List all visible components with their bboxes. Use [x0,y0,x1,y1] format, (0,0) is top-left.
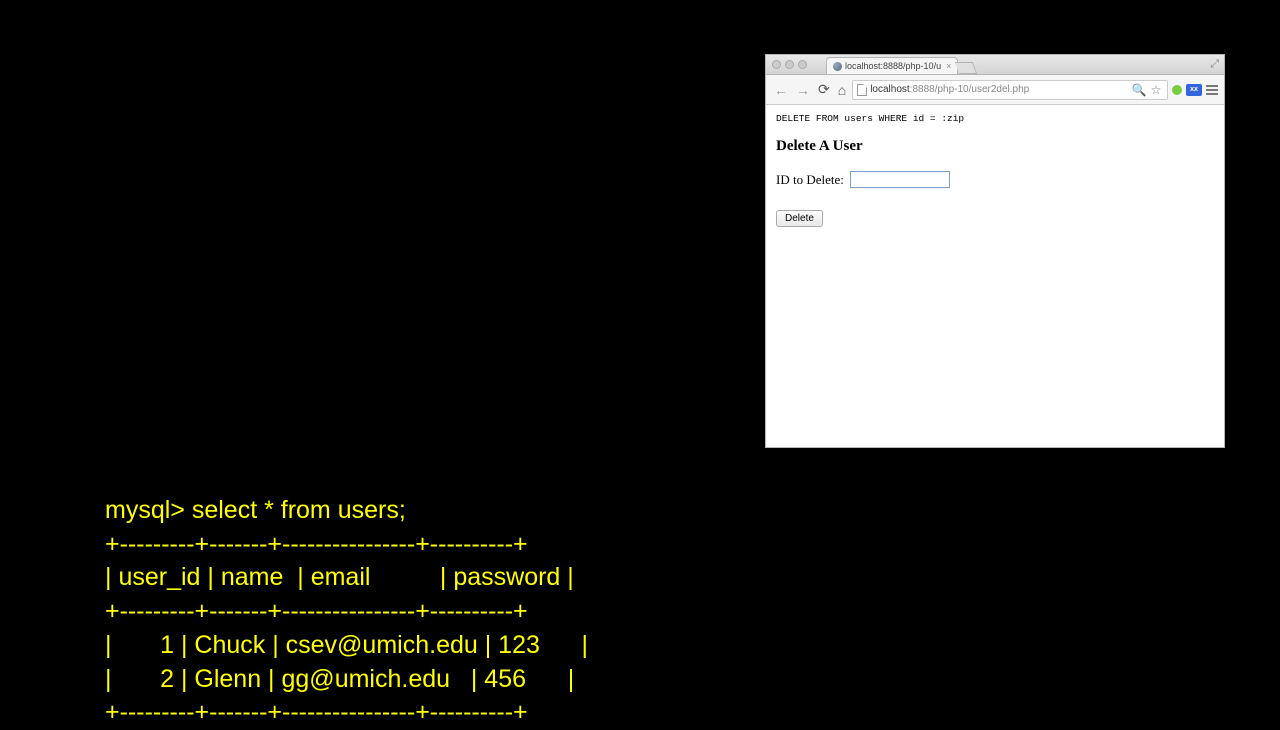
id-input[interactable] [850,171,950,188]
page-content: DELETE FROM users WHERE id = :zip Delete… [766,105,1224,235]
terminal-line-prompt: mysql> select * from users; [105,496,406,524]
terminal-line-row1: | 1 | Chuck | csev@umich.edu | 123 | [105,631,588,659]
terminal-line-row2: | 2 | Glenn | gg@umich.edu | 456 | [105,665,574,693]
home-button[interactable]: ⌂ [836,82,848,98]
delete-button[interactable]: Delete [776,210,823,227]
reload-button[interactable]: ⟳ [816,81,832,98]
extension-blue-icon[interactable]: xx [1186,84,1202,96]
zoom-window-icon[interactable] [798,60,807,69]
hamburger-menu-icon[interactable] [1206,85,1218,95]
sql-echo-text: DELETE FROM users WHERE id = :zip [776,113,1214,124]
browser-tab[interactable]: localhost:8888/php-10/u × [826,57,958,74]
tab-close-icon[interactable]: × [946,61,951,71]
close-window-icon[interactable] [772,60,781,69]
window-titlebar: localhost:8888/php-10/u × ⤢ [766,55,1224,75]
terminal-line-header: | user_id | name | email | password | [105,563,574,591]
star-icon[interactable]: ☆ [1149,83,1163,97]
extension-green-icon[interactable] [1172,85,1182,95]
browser-window: localhost:8888/php-10/u × ⤢ ← → ⟳ ⌂ loca… [765,54,1225,448]
page-heading: Delete A User [776,138,1214,155]
url-bar[interactable]: localhost:8888/php-10/user2del.php 🔍 ☆ [852,80,1168,100]
url-text: localhost:8888/php-10/user2del.php [870,84,1129,95]
traffic-lights [772,60,807,69]
page-icon [857,84,867,96]
id-label: ID to Delete: [776,172,844,188]
tab-title: localhost:8888/php-10/u [845,61,941,71]
favicon-icon [833,62,842,71]
new-tab-button[interactable] [955,62,977,74]
expand-window-icon[interactable]: ⤢ [1210,58,1219,71]
mysql-terminal: mysql> select * from users; +---------+-… [105,460,588,730]
back-button[interactable]: ← [772,82,790,98]
terminal-line-div2: +---------+-------+----------------+----… [105,597,528,625]
forward-button[interactable]: → [794,82,812,98]
terminal-line-div1: +---------+-------+----------------+----… [105,530,528,558]
browser-toolbar: ← → ⟳ ⌂ localhost:8888/php-10/user2del.p… [766,75,1224,105]
tab-bar: localhost:8888/php-10/u × [826,57,975,74]
terminal-line-div3: +---------+-------+----------------+----… [105,698,528,726]
search-icon[interactable]: 🔍 [1132,83,1146,97]
minimize-window-icon[interactable] [785,60,794,69]
form-row: ID to Delete: [776,171,1214,188]
